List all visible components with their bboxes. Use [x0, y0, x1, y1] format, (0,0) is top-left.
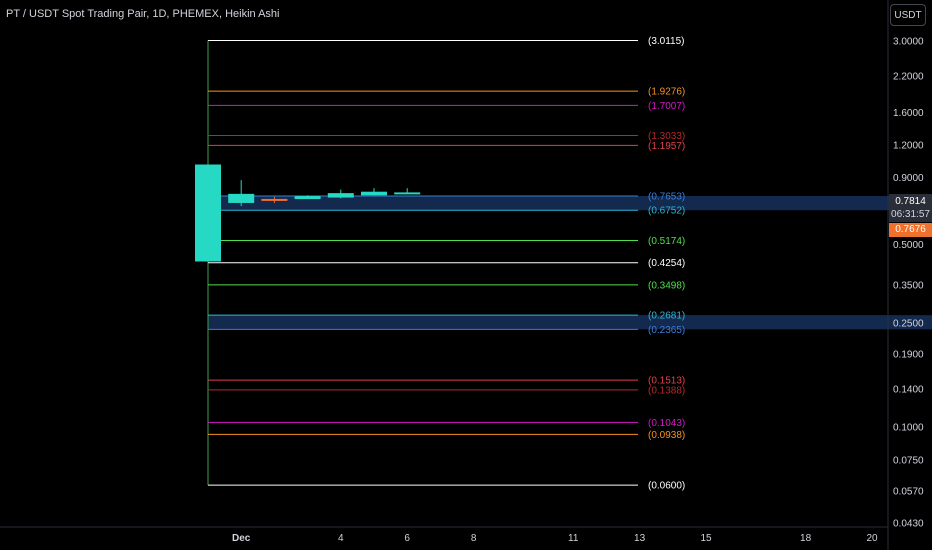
time-tick-label: 20 — [866, 533, 878, 544]
fib-levels-layer: (3.0115)(1.9276)(1.7007)(1.3033)(1.1957)… — [207, 36, 685, 492]
level-label: (0.0600) — [648, 481, 685, 492]
bar-countdown: 06:31:57 — [891, 209, 930, 220]
time-axis: Dec 4 6 8 11 13 15 18 20 — [0, 526, 888, 544]
time-tick-label: 6 — [404, 533, 410, 544]
price-tick-label: 3.0000 — [893, 36, 924, 47]
time-tick-label: Dec — [232, 533, 251, 544]
level-label: (0.1388) — [648, 385, 685, 396]
level-label: (0.7653) — [648, 192, 685, 203]
level-label: (1.9276) — [648, 87, 685, 98]
level-label: (1.7007) — [648, 101, 685, 112]
time-tick-label: 15 — [700, 533, 712, 544]
price-tick-label: 0.9000 — [893, 173, 924, 184]
candle-body — [327, 193, 354, 198]
level-label: (0.2365) — [648, 325, 685, 336]
level-label: (1.1957) — [648, 141, 685, 152]
time-tick-label: 18 — [800, 533, 812, 544]
time-tick-label: 13 — [634, 533, 646, 544]
level-label: (0.0938) — [648, 430, 685, 441]
level-label: (0.6752) — [648, 206, 685, 217]
candle-body — [361, 191, 387, 196]
candles-layer — [195, 164, 421, 262]
time-tick-label: 11 — [568, 533, 579, 544]
candle-body — [195, 164, 221, 262]
price-chart[interactable]: (3.0115)(1.9276)(1.7007)(1.3033)(1.1957)… — [0, 0, 932, 550]
level-label: (0.4254) — [648, 258, 685, 269]
level-label: (0.3498) — [648, 280, 685, 291]
time-tick-label: 4 — [338, 533, 344, 544]
price-tick-label: 0.0430 — [893, 518, 924, 529]
last-price-value: 0.7814 — [895, 196, 926, 207]
price-tick-label: 0.1400 — [893, 384, 924, 395]
level-label: (0.5174) — [648, 236, 685, 247]
price-tick-label: 1.6000 — [893, 108, 924, 119]
price-tick-label: 0.0570 — [893, 486, 924, 497]
price-tick-label: 0.3500 — [893, 280, 924, 291]
currency-button[interactable]: USDT — [890, 4, 926, 26]
level-label: (0.1043) — [648, 418, 685, 429]
candle-body — [294, 196, 321, 200]
level-label: (3.0115) — [648, 36, 685, 47]
price-tick-label: 2.2000 — [893, 72, 924, 83]
zone-band — [208, 315, 932, 330]
price-tick-label: 0.0750 — [893, 455, 924, 466]
candle-body — [394, 192, 421, 195]
time-tick-label: 8 — [471, 533, 477, 544]
price-tick-label: 0.5000 — [893, 240, 924, 251]
candle-body — [261, 198, 288, 201]
candle-body — [228, 193, 255, 203]
price-tick-label: 0.1900 — [893, 350, 924, 361]
last-price-tag: 0.7814 06:31:57 — [889, 194, 932, 222]
current-price-tag: 0.7676 — [889, 223, 932, 237]
price-tick-label: 1.2000 — [893, 140, 924, 151]
current-price-value: 0.7676 — [895, 224, 926, 235]
price-tick-label: 0.1000 — [893, 423, 924, 434]
price-tick-label: 0.2500 — [893, 319, 924, 330]
level-label: (0.2681) — [648, 311, 685, 322]
price-axis: 3.00002.20001.60001.20000.90000.70000.50… — [887, 0, 924, 550]
